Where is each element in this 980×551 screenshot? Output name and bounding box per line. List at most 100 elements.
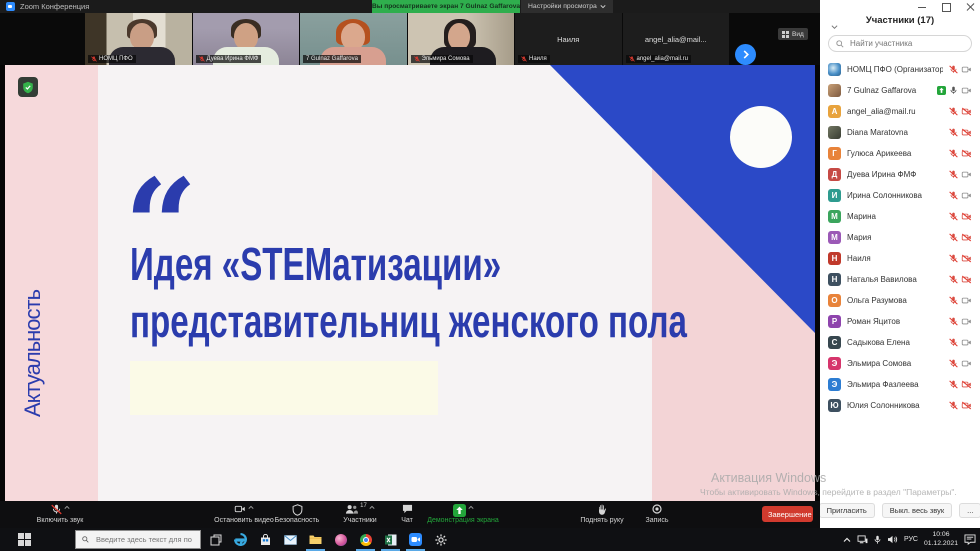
participant-row[interactable]: ННаталья Вавилова <box>820 269 980 290</box>
participant-row[interactable]: РРоман Яцитов <box>820 311 980 332</box>
language-indicator[interactable]: РУС <box>904 536 918 543</box>
participant-name: Diana Maratovna <box>847 128 943 137</box>
participant-row[interactable]: ЭЭльмира Сомова <box>820 353 980 374</box>
toolbar-share-button[interactable]: Демонстрация экрана <box>403 504 523 524</box>
video-tile[interactable]: 7 Gulnaz Gaffarova <box>300 13 407 65</box>
minimize-icon[interactable] <box>918 3 927 11</box>
toolbar-unmute-button[interactable]: Включить звук <box>10 504 110 524</box>
tile-name-text: НОМЦ ПФО <box>99 56 133 62</box>
notifications-icon[interactable] <box>964 534 976 545</box>
camera-off-icon <box>961 275 972 284</box>
chevron-down-icon <box>600 4 606 9</box>
participant-row[interactable]: ГГулюса Арикеева <box>820 143 980 164</box>
tile-name-text: Эльмира Сомова <box>422 56 470 62</box>
participant-row[interactable]: ММария <box>820 227 980 248</box>
invite-button[interactable]: Пригласить <box>819 503 875 518</box>
taskbar-app-settings[interactable] <box>428 528 453 551</box>
video-tile[interactable]: НаиляНаиля <box>515 13 622 65</box>
camera-icon <box>961 296 972 305</box>
taskbar-app-explorer[interactable] <box>303 528 328 551</box>
tray-chevron-icon[interactable] <box>843 537 851 543</box>
taskbar-search[interactable] <box>75 530 201 549</box>
participant-row[interactable]: НОМЦ ПФО (Организатор, я) <box>820 59 980 80</box>
tray-mic-icon[interactable] <box>874 535 881 545</box>
maximize-icon[interactable] <box>942 3 951 11</box>
participant-name: Дуева Ирина ФМФ <box>847 170 943 179</box>
participant-row[interactable]: ООльга Разумова <box>820 290 980 311</box>
person-face <box>448 23 470 50</box>
mail-icon <box>284 535 297 545</box>
video-tile[interactable]: НОМЦ ПФО <box>85 13 192 65</box>
participant-row[interactable]: Diana Maratovna <box>820 122 980 143</box>
slide-circle-decor <box>730 106 792 168</box>
close-icon[interactable] <box>966 3 975 11</box>
mic-muted-icon <box>199 56 205 62</box>
mic-muted-icon <box>949 128 958 137</box>
participant-row[interactable]: Aangel_alia@mail.ru <box>820 101 980 122</box>
chevron-up-icon[interactable] <box>468 505 474 510</box>
mute-all-button[interactable]: Выкл. весь звук <box>882 503 952 518</box>
tile-center-name: angel_alia@mail... <box>645 35 707 44</box>
participant-row[interactable]: ССадыкова Елена <box>820 332 980 353</box>
start-button[interactable] <box>18 533 32 546</box>
hardware-icon[interactable] <box>857 535 868 544</box>
participant-name: Эльмира Фазлеева <box>847 380 943 389</box>
participant-status-icons <box>949 149 972 158</box>
volume-icon[interactable] <box>887 535 898 544</box>
view-settings-button[interactable]: Настройки просмотра <box>521 0 613 13</box>
next-page-button[interactable] <box>735 44 756 65</box>
video-tile[interactable]: Дуева Ирина ФМФ <box>193 13 300 65</box>
participant-avatar: Э <box>828 378 841 391</box>
view-settings-label: Настройки просмотра <box>528 0 597 13</box>
participant-row[interactable]: ММарина <box>820 206 980 227</box>
chevron-up-icon[interactable] <box>64 505 70 510</box>
mic-muted-icon <box>949 107 958 116</box>
participant-row[interactable]: 7 Gulnaz Gaffarova <box>820 80 980 101</box>
taskbar-search-input[interactable] <box>94 534 194 545</box>
more-options-button[interactable]: ... <box>959 503 980 518</box>
camera-icon <box>961 170 972 179</box>
taskbar-app-chrome[interactable] <box>353 528 378 551</box>
taskbar-app-excel[interactable] <box>378 528 403 551</box>
slide-title-line1: Идея «STEMатизации» <box>130 236 687 293</box>
security-shield-icon <box>292 504 303 516</box>
participant-search[interactable] <box>828 35 972 52</box>
participant-row[interactable]: ЮЮлия Солонникова <box>820 395 980 416</box>
mic-muted-icon <box>51 504 62 515</box>
toolbar-icon-row <box>51 504 70 516</box>
taskbar-app-photos[interactable] <box>328 528 353 551</box>
window-title: Zoom Конференция <box>20 2 89 11</box>
participant-name: Марина <box>847 212 943 221</box>
participant-name: НОМЦ ПФО (Организатор, я) <box>847 65 943 74</box>
view-layout-button[interactable]: Вид <box>778 28 808 40</box>
chevron-up-icon[interactable] <box>248 505 254 510</box>
settings-icon <box>435 534 447 546</box>
taskbar-app-task-view[interactable] <box>203 528 228 551</box>
raise-hand-icon <box>597 504 607 515</box>
taskbar-app-zoom[interactable] <box>403 528 428 551</box>
tile-name-label: 7 Gulnaz Gaffarova <box>303 55 361 63</box>
slide-side-label: Актуальность <box>20 167 46 417</box>
participant-status-icons <box>949 212 972 221</box>
taskbar-clock[interactable]: 10:06 01.12.2021 <box>924 531 958 548</box>
taskbar-app-edge[interactable] <box>228 528 253 551</box>
taskbar-app-mail[interactable] <box>278 528 303 551</box>
toolbar-record-button[interactable]: Запись <box>627 504 687 524</box>
toolbar-icon-row <box>292 504 303 516</box>
participant-status-icons <box>949 359 972 368</box>
participant-avatar: Э <box>828 357 841 370</box>
end-meeting-button[interactable]: Завершение <box>762 506 813 522</box>
taskbar-apps <box>203 528 453 551</box>
video-tile[interactable]: Эльмира Сомова <box>408 13 515 65</box>
chevron-up-icon[interactable] <box>369 505 375 510</box>
participant-row[interactable]: ИИрина Солонникова <box>820 185 980 206</box>
taskbar-app-store[interactable] <box>253 528 278 551</box>
camera-icon <box>961 86 972 95</box>
clock-date: 01.12.2021 <box>924 540 958 548</box>
participant-row[interactable]: ННаиля <box>820 248 980 269</box>
participant-row[interactable]: ДДуева Ирина ФМФ <box>820 164 980 185</box>
video-tile[interactable]: angel_alia@mail...angel_alia@mail.ru <box>623 13 730 65</box>
participant-search-input[interactable] <box>848 38 958 49</box>
participant-row[interactable]: Э Эльмира Фазлеева <box>820 374 980 395</box>
tile-name-label: Дуева Ирина ФМФ <box>196 55 262 63</box>
